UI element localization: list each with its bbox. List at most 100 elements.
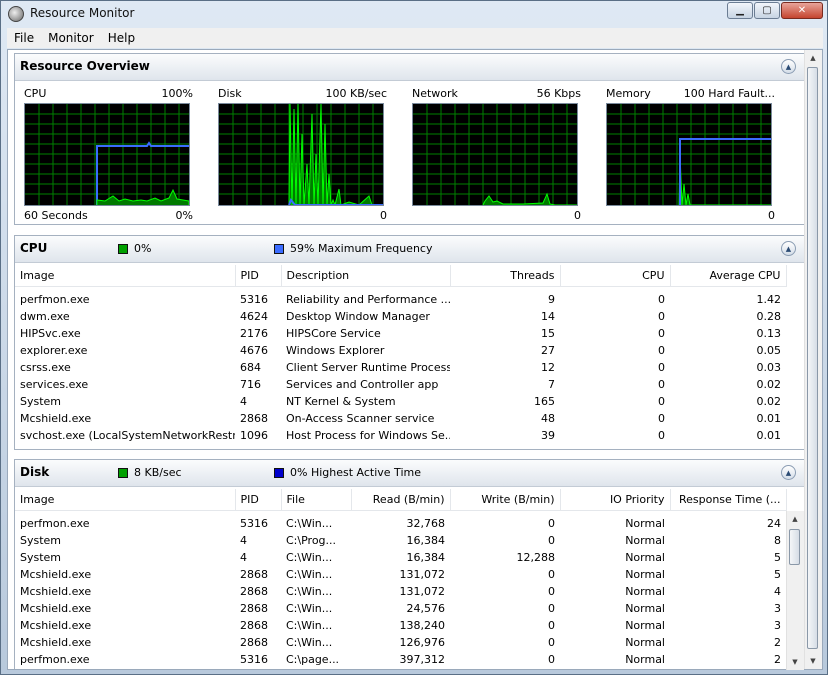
- cell-write: 0: [548, 517, 555, 530]
- main-scrollbar[interactable]: ▲ ▼: [804, 50, 822, 669]
- column-header-write[interactable]: Write (B/min): [450, 489, 561, 511]
- scrollbar-thumb[interactable]: [789, 529, 800, 565]
- table-row[interactable]: csrss.exe 684 Client Server Runtime Proces…: [15, 359, 786, 376]
- cpu-header[interactable]: CPU 0% 59% Maximum Frequency ▲: [15, 236, 805, 263]
- cell-file: C:\Win...: [286, 517, 333, 530]
- chevron-up-icon: ▲: [785, 468, 792, 477]
- column-header-average-cpu[interactable]: Average CPU: [670, 265, 787, 287]
- resource-monitor-icon: [8, 6, 24, 22]
- cell-file: C:\Win...: [286, 551, 333, 564]
- collapse-button[interactable]: ▲: [781, 241, 796, 256]
- cell-pid: 2868: [240, 619, 268, 632]
- maximize-button[interactable]: ▢: [754, 2, 780, 19]
- scroll-down-icon[interactable]: ▼: [806, 654, 820, 668]
- cell-pid: 4: [240, 395, 247, 408]
- cell-description: Host Process for Windows Se...: [286, 429, 450, 442]
- cell-file: C:\Win...: [286, 568, 333, 581]
- scroll-down-icon[interactable]: ▼: [788, 655, 802, 669]
- column-header-io-priority[interactable]: IO Priority: [560, 489, 671, 511]
- main-content: Resource Overview ▲ CPU 100% 60 Seconds …: [7, 49, 823, 670]
- table-row[interactable]: dwm.exe 4624 Desktop Window Manager 14 0 0.28: [15, 308, 786, 325]
- table-row[interactable]: explorer.exe 4676 Windows Explorer 27 0 0.05: [15, 342, 786, 359]
- column-header-cpu[interactable]: CPU: [560, 265, 671, 287]
- cell-cpu: 0: [658, 361, 665, 374]
- cell-io-priority: Normal: [625, 551, 665, 564]
- cell-pid: 4: [240, 534, 247, 547]
- column-header-response-time[interactable]: Response Time (...: [670, 489, 787, 511]
- table-row[interactable]: services.exe 716 Services and Controller a…: [15, 376, 786, 393]
- table-row[interactable]: Mcshield.exe 2868 On-Access Scanner servic…: [15, 410, 786, 427]
- table-row[interactable]: Mcshield.exe 2868 C:\Win... 131,072 0 Normal 4: [15, 583, 786, 600]
- column-header-pid[interactable]: PID: [235, 265, 282, 287]
- cell-threads: 7: [548, 378, 555, 391]
- table-row[interactable]: Mcshield.exe 2868 C:\Win... 131,072 0 Normal 5: [15, 566, 786, 583]
- column-header-image[interactable]: Image: [15, 489, 236, 511]
- cell-pid: 4676: [240, 344, 268, 357]
- cpu-usage-legend: 0%: [118, 242, 151, 255]
- scrollbar-thumb[interactable]: [807, 67, 818, 649]
- menu-help[interactable]: Help: [101, 31, 142, 45]
- cell-write: 0: [548, 653, 555, 666]
- cell-threads: 14: [541, 310, 555, 323]
- graph-name: CPU: [24, 87, 47, 100]
- cell-response-time: 5: [774, 551, 781, 564]
- cell-response-time: 2: [774, 653, 781, 666]
- table-row[interactable]: System 4 NT Kernel & System 165 0 0.02: [15, 393, 786, 410]
- graph-name: Disk: [218, 87, 242, 100]
- scroll-up-icon[interactable]: ▲: [788, 512, 802, 526]
- cell-description: HIPSCore Service: [286, 327, 381, 340]
- title-bar[interactable]: Resource Monitor ▁ ▢ ✕: [1, 1, 827, 27]
- column-header-pid[interactable]: PID: [235, 489, 282, 511]
- disk-active-legend: 0% Highest Active Time: [274, 466, 421, 479]
- table-row[interactable]: Mcshield.exe 2868 C:\Win... 138,240 0 Normal 3: [15, 617, 786, 634]
- column-header-file[interactable]: File: [281, 489, 352, 511]
- column-header-read[interactable]: Read (B/min): [351, 489, 451, 511]
- collapse-button[interactable]: ▲: [781, 465, 796, 480]
- table-row[interactable]: svchost.exe (LocalSystemNetworkRestric..…: [15, 427, 786, 444]
- disk-table-scrollbar[interactable]: ▲ ▼: [786, 511, 804, 670]
- cell-pid: 684: [240, 361, 261, 374]
- cell-read: 32,768: [406, 517, 446, 530]
- disk-header[interactable]: Disk 8 KB/sec 0% Highest Active Time ▲: [15, 460, 805, 487]
- table-row[interactable]: System 4 C:\Win... 16,384 12,288 Normal 5: [15, 549, 786, 566]
- memory-graph: Memory 100 Hard Fault... 0: [601, 81, 781, 222]
- table-row[interactable]: System 4 C:\Prog... 16,384 0 Normal 8: [15, 532, 786, 549]
- menu-monitor[interactable]: Monitor: [41, 31, 101, 45]
- table-row[interactable]: perfmon.exe 5316 C:\page... 397,312 0 Normal 2: [15, 651, 786, 668]
- cell-image: System: [20, 395, 62, 408]
- table-row[interactable]: perfmon.exe 5316 C:\Win... 32,768 0 Normal 24: [15, 515, 786, 532]
- cell-description: NT Kernel & System: [286, 395, 396, 408]
- cell-image: Mcshield.exe: [20, 568, 92, 581]
- graph-name: Network: [412, 87, 458, 100]
- column-header-image[interactable]: Image: [15, 265, 236, 287]
- disk-rate-value: 8 KB/sec: [134, 466, 182, 479]
- table-header-row: Image PID Description Threads CPU Averag…: [15, 265, 787, 287]
- cell-write: 0: [548, 585, 555, 598]
- table-row[interactable]: Mcshield.exe 2868 C:\Win... 24,576 0 Normal 3: [15, 600, 786, 617]
- overview-graphs: CPU 100% 60 Seconds 0% Disk 100 KB/sec 0…: [15, 81, 805, 226]
- cell-io-priority: Normal: [625, 585, 665, 598]
- cell-threads: 9: [548, 293, 555, 306]
- table-row[interactable]: perfmon.exe 5316 Reliability and Performan…: [15, 291, 786, 308]
- chevron-up-icon: ▲: [785, 62, 792, 71]
- minimize-button[interactable]: ▁: [727, 2, 753, 19]
- column-header-threads[interactable]: Threads: [450, 265, 561, 287]
- resource-overview-header[interactable]: Resource Overview ▲: [15, 54, 805, 81]
- cell-image: perfmon.exe: [20, 517, 90, 530]
- scroll-up-icon[interactable]: ▲: [806, 51, 820, 65]
- menu-file[interactable]: File: [7, 31, 41, 45]
- cell-image: System: [20, 551, 62, 564]
- cell-threads: 48: [541, 412, 555, 425]
- cell-file: C:\Win...: [286, 636, 333, 649]
- table-row[interactable]: Mcshield.exe 2868 C:\Win... 126,976 0 Normal 2: [15, 634, 786, 651]
- memory-graph-plot: [606, 103, 772, 206]
- table-row[interactable]: HIPSvc.exe 2176 HIPSCore Service 15 0 0.13: [15, 325, 786, 342]
- cpu-usage-value: 0%: [134, 242, 152, 255]
- cell-response-time: 3: [774, 602, 781, 615]
- collapse-button[interactable]: ▲: [781, 59, 796, 74]
- column-header-description[interactable]: Description: [281, 265, 451, 287]
- close-button[interactable]: ✕: [781, 2, 823, 19]
- green-swatch-icon: [118, 243, 128, 254]
- cell-pid: 2868: [240, 585, 268, 598]
- cell-average-cpu: 1.42: [756, 293, 782, 306]
